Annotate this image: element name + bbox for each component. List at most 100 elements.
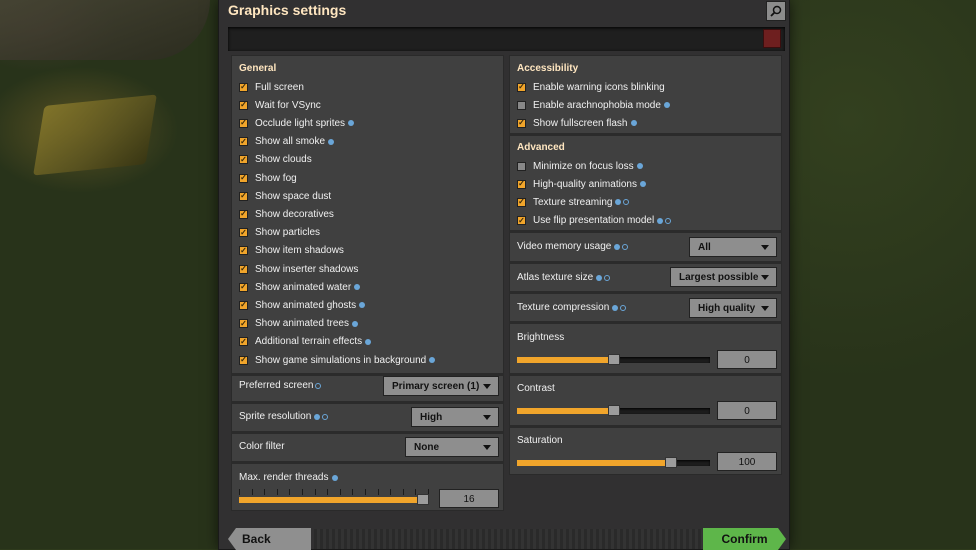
checkbox[interactable] [239, 337, 248, 347]
checkbox[interactable] [239, 191, 248, 201]
checkbox[interactable] [517, 100, 526, 110]
checkbox[interactable] [239, 155, 248, 165]
gear-icon [315, 382, 322, 389]
texture-compression-value: High quality [698, 302, 756, 314]
divider [509, 373, 782, 376]
checkbox-row-enable-warning-icons-blinking[interactable]: Enable warning icons blinking [517, 79, 665, 95]
checkbox-label: Show inserter shadows [255, 263, 359, 275]
checkbox[interactable] [517, 197, 526, 207]
info-icon [596, 274, 603, 281]
checkbox-label: Texture streaming [533, 196, 613, 208]
checkbox-label: High-quality animations [533, 178, 637, 190]
checkbox-row-show-item-shadows[interactable]: Show item shadows [239, 243, 344, 259]
section-title-advanced: Advanced [517, 142, 565, 153]
slider-handle[interactable] [608, 405, 620, 416]
checkbox-label: Show fullscreen flash [533, 117, 628, 129]
checkbox[interactable] [239, 209, 248, 219]
slider-handle[interactable] [608, 354, 620, 365]
slider-ticks [239, 489, 429, 495]
checkbox-row-enable-arachnophobia-mode[interactable]: Enable arachnophobia mode [517, 97, 670, 113]
slider-handle[interactable] [665, 457, 677, 468]
tick-mark [251, 489, 253, 495]
info-icon [614, 243, 621, 250]
tick-mark [276, 489, 278, 495]
checkbox-row-show-animated-ghosts[interactable]: Show animated ghosts [239, 297, 366, 313]
contrast-value[interactable]: 0 [717, 401, 777, 420]
checkbox-row-show-all-smoke[interactable]: Show all smoke [239, 134, 335, 150]
checkbox[interactable] [239, 264, 248, 274]
checkbox[interactable] [517, 82, 526, 92]
checkbox[interactable] [517, 179, 526, 189]
render-threads-slider[interactable] [239, 489, 429, 505]
checkbox[interactable] [517, 161, 526, 171]
atlas-size-dropdown[interactable]: Largest possible [670, 267, 777, 287]
section-title-general: General [239, 63, 277, 74]
checkbox-row-show-particles[interactable]: Show particles [239, 225, 320, 241]
checkbox-row-high-quality-animations[interactable]: High-quality animations [517, 176, 646, 192]
close-button[interactable] [763, 29, 781, 48]
tick-mark [264, 489, 266, 495]
info-icon [331, 474, 338, 481]
checkbox-row-show-inserter-shadows[interactable]: Show inserter shadows [239, 261, 358, 277]
checkbox[interactable] [239, 246, 248, 256]
checkbox-row-full-screen[interactable]: Full screen [239, 79, 304, 95]
chevron-down-icon [761, 306, 769, 311]
checkbox-label: Minimize on focus loss [533, 160, 634, 172]
brightness-value[interactable]: 0 [717, 350, 777, 369]
chevron-down-icon [483, 384, 491, 389]
checkbox-row-show-animated-trees[interactable]: Show animated trees [239, 316, 358, 332]
color-filter-dropdown[interactable]: None [405, 437, 499, 457]
checkbox-row-show-space-dust[interactable]: Show space dust [239, 188, 331, 204]
texture-compression-dropdown[interactable]: High quality [689, 298, 777, 318]
checkbox[interactable] [239, 282, 248, 292]
checkbox-row-additional-terrain-effects[interactable]: Additional terrain effects [239, 334, 372, 350]
render-threads-text: Max. render threads [239, 472, 329, 483]
checkbox-label: Show animated ghosts [255, 299, 357, 311]
gear-icon [322, 413, 329, 420]
checkbox[interactable] [517, 118, 526, 128]
checkbox[interactable] [239, 173, 248, 183]
checkbox[interactable] [239, 228, 248, 238]
tick-mark [301, 489, 303, 495]
checkbox-row-show-game-simulations-in-background[interactable]: Show game simulations in background [239, 352, 436, 368]
checkbox[interactable] [239, 82, 248, 92]
render-threads-value[interactable]: 16 [439, 489, 499, 508]
checkbox[interactable] [239, 118, 248, 128]
video-memory-dropdown[interactable]: All [689, 237, 777, 257]
checkbox-row-show-fog[interactable]: Show fog [239, 170, 297, 186]
checkbox[interactable] [517, 216, 526, 226]
sprite-resolution-dropdown[interactable]: High [411, 407, 499, 427]
slider-handle[interactable] [417, 494, 429, 505]
checkbox[interactable] [239, 137, 248, 147]
checkbox-row-use-flip-presentation-model[interactable]: Use flip presentation model [517, 213, 672, 229]
checkbox-row-wait-for-vsync[interactable]: Wait for VSync [239, 97, 321, 113]
atlas-size-value: Largest possible [679, 271, 759, 283]
checkbox-row-show-decoratives[interactable]: Show decoratives [239, 206, 334, 222]
checkbox-label: Show item shadows [255, 245, 344, 257]
checkbox-row-texture-streaming[interactable]: Texture streaming [517, 194, 630, 210]
contrast-slider[interactable] [517, 405, 710, 416]
checkbox-label: Show fog [255, 172, 297, 184]
confirm-button[interactable]: Confirm [703, 528, 786, 550]
search-field[interactable] [228, 27, 785, 51]
section-title-accessibility: Accessibility [517, 63, 579, 74]
checkbox-label: Wait for VSync [255, 99, 321, 111]
checkbox-row-show-clouds[interactable]: Show clouds [239, 152, 312, 168]
checkbox-row-show-animated-water[interactable]: Show animated water [239, 279, 361, 295]
saturation-value[interactable]: 100 [717, 452, 777, 471]
checkbox-row-show-fullscreen-flash[interactable]: Show fullscreen flash [517, 115, 637, 131]
preferred-screen-dropdown[interactable]: Primary screen (1) [383, 376, 499, 396]
back-button[interactable]: Back [228, 528, 311, 550]
brightness-slider[interactable] [517, 354, 710, 365]
chevron-down-icon [483, 415, 491, 420]
checkbox[interactable] [239, 319, 248, 329]
right-panel: Accessibility Enable warning icons blink… [509, 55, 782, 475]
checkbox-row-minimize-on-focus-loss[interactable]: Minimize on focus loss [517, 158, 643, 174]
search-button[interactable] [766, 1, 786, 21]
checkbox-label: Additional terrain effects [255, 336, 363, 348]
saturation-slider[interactable] [517, 457, 710, 468]
checkbox[interactable] [239, 100, 248, 110]
checkbox-row-occlude-light-sprites[interactable]: Occlude light sprites [239, 115, 355, 131]
checkbox[interactable] [239, 355, 248, 365]
checkbox[interactable] [239, 300, 248, 310]
